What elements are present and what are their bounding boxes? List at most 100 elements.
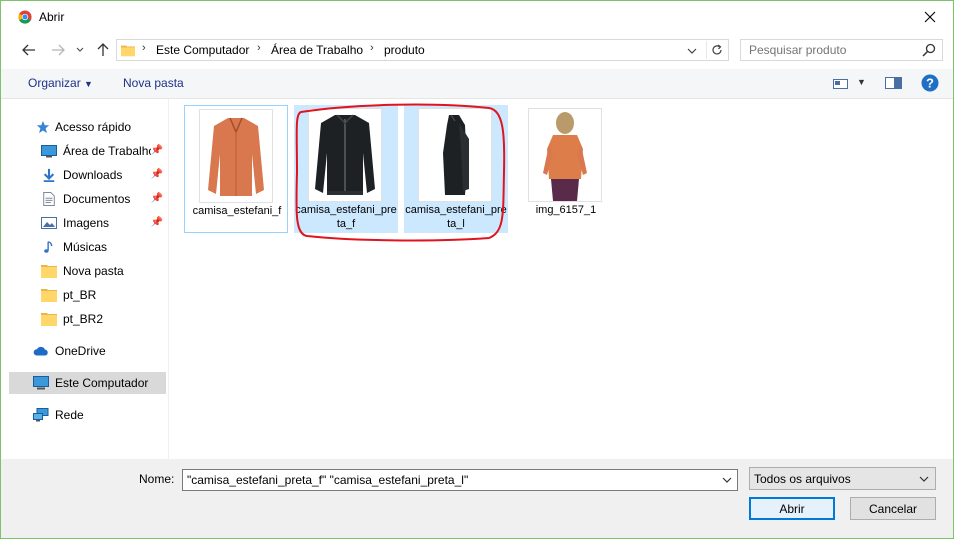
image-thumbnail xyxy=(200,110,272,202)
file-type-select[interactable]: Todos os arquivos xyxy=(749,467,936,490)
file-name: img_6157_1 xyxy=(535,204,597,216)
sidebar-item-label: pt_BR2 xyxy=(63,312,104,326)
desktop-icon xyxy=(41,145,57,158)
address-bar[interactable]: › Este Computador › Área de Trabalho › p… xyxy=(116,39,729,61)
image-thumbnail xyxy=(529,109,601,201)
help-button[interactable]: ? xyxy=(921,74,939,92)
folder-icon xyxy=(41,265,57,278)
caret-down-icon: ▼ xyxy=(857,77,866,87)
new-folder-button[interactable]: Nova pasta xyxy=(123,76,184,90)
sidebar-item-pt-br[interactable]: pt_BR xyxy=(9,284,166,306)
model-photo-icon xyxy=(543,112,587,201)
sidebar-item-label: Este Computador xyxy=(55,376,149,390)
view-icon xyxy=(833,79,848,89)
computer-icon xyxy=(33,376,49,390)
pin-icon: 📌 xyxy=(150,217,163,228)
forward-button[interactable] xyxy=(48,41,68,59)
sidebar-item-label: Músicas xyxy=(63,240,108,254)
open-button[interactable]: Abrir xyxy=(749,497,835,520)
sidebar-item-label: Rede xyxy=(55,408,84,422)
search-input[interactable] xyxy=(741,40,924,60)
help-icon: ? xyxy=(921,74,939,92)
navigation-pane[interactable]: Acesso rápido Área de Trabalho 📌 Downloa… xyxy=(1,99,169,459)
chevron-down-icon xyxy=(919,476,929,482)
breadcrumb-separator-icon: › xyxy=(257,42,261,54)
breadcrumb-separator-icon: › xyxy=(142,42,146,54)
network-icon xyxy=(33,408,49,422)
file-list[interactable]: camisa_estefani_f camisa_estefani_preta_… xyxy=(169,99,953,459)
sidebar-item-label: pt_BR xyxy=(63,288,97,302)
arrow-right-icon xyxy=(52,44,65,56)
close-button[interactable] xyxy=(907,1,953,33)
recent-locations-button[interactable] xyxy=(73,41,87,59)
svg-text:?: ? xyxy=(926,76,934,91)
download-icon xyxy=(43,168,55,182)
folder-icon xyxy=(41,289,57,302)
file-name-value: "camisa_estefani_preta_f" "camisa_estefa… xyxy=(187,473,469,487)
orange-shirt-front-icon xyxy=(208,117,264,196)
sidebar-item-this-pc[interactable]: Este Computador xyxy=(9,372,166,394)
sidebar-item-music[interactable]: Músicas xyxy=(9,236,166,258)
search-box[interactable] xyxy=(740,39,943,61)
sidebar-item-quick-access[interactable]: Acesso rápido xyxy=(9,116,166,138)
sidebar-item-pictures[interactable]: Imagens 📌 xyxy=(9,212,166,234)
sidebar-item-label: Área de Trabalho xyxy=(63,144,151,158)
command-bar: Organizar ▼ Nova pasta ▼ ? xyxy=(1,69,953,99)
sidebar-item-label: Documentos xyxy=(63,192,131,206)
music-icon xyxy=(44,241,53,253)
cancel-button[interactable]: Cancelar xyxy=(850,497,936,520)
arrow-up-icon xyxy=(97,43,109,56)
sidebar-item-downloads[interactable]: Downloads 📌 xyxy=(9,164,166,186)
pin-icon: 📌 xyxy=(150,193,163,204)
breadcrumb-computer[interactable]: Este Computador xyxy=(156,43,249,57)
breadcrumb-desktop[interactable]: Área de Trabalho xyxy=(271,43,363,57)
back-button[interactable] xyxy=(19,41,39,59)
refresh-button[interactable] xyxy=(706,41,727,59)
star-icon xyxy=(36,120,50,134)
change-view-button[interactable]: ▼ xyxy=(833,76,869,92)
document-icon xyxy=(43,192,55,206)
folder-icon xyxy=(121,45,135,57)
sidebar-item-label: Nova pasta xyxy=(63,264,124,278)
title-bar: Abrir xyxy=(1,1,953,33)
sidebar-item-desktop[interactable]: Área de Trabalho 📌 xyxy=(9,140,166,162)
organize-label: Organizar xyxy=(28,76,81,90)
open-file-dialog: Abrir › Este Computador › Área de Trabal… xyxy=(0,0,954,539)
sidebar-item-nova-pasta[interactable]: Nova pasta xyxy=(9,260,166,282)
sidebar-item-label: OneDrive xyxy=(55,344,106,358)
up-button[interactable] xyxy=(93,41,113,59)
close-icon xyxy=(924,11,936,23)
navigation-bar: › Este Computador › Área de Trabalho › p… xyxy=(1,33,953,69)
pin-icon: 📌 xyxy=(150,169,163,180)
file-type-value: Todos os arquivos xyxy=(754,472,851,486)
chrome-icon xyxy=(18,10,32,24)
sidebar-item-documents[interactable]: Documentos 📌 xyxy=(9,188,166,210)
preview-pane-button[interactable] xyxy=(885,76,903,92)
sidebar-item-network[interactable]: Rede xyxy=(9,404,166,426)
file-name: camisa_estefani_f xyxy=(192,205,282,217)
file-name-field[interactable]: "camisa_estefani_preta_f" "camisa_estefa… xyxy=(182,469,738,491)
window-title: Abrir xyxy=(39,10,65,24)
chevron-down-icon xyxy=(76,47,84,52)
sidebar-item-label: Imagens xyxy=(63,216,110,230)
sidebar-item-label: Acesso rápido xyxy=(55,120,132,134)
sidebar-item-onedrive[interactable]: OneDrive xyxy=(9,340,166,362)
preview-pane-icon xyxy=(885,77,902,89)
address-history-button[interactable] xyxy=(684,43,700,59)
dialog-footer: Nome: "camisa_estefani_preta_f" "camisa_… xyxy=(1,459,953,538)
pictures-icon xyxy=(41,217,57,229)
file-item[interactable]: img_6157_1 xyxy=(514,105,618,233)
pin-icon: 📌 xyxy=(150,145,163,156)
refresh-icon xyxy=(712,44,722,55)
chevron-down-icon xyxy=(687,48,697,54)
sidebar-item-label: Downloads xyxy=(63,168,123,182)
cloud-icon xyxy=(33,346,48,356)
breadcrumb-produto[interactable]: produto xyxy=(384,43,425,57)
folder-icon xyxy=(41,313,57,326)
organize-button[interactable]: Organizar ▼ xyxy=(28,76,93,90)
search-icon xyxy=(922,43,936,57)
file-item[interactable]: camisa_estefani_f xyxy=(184,105,288,233)
red-highlight-annotation xyxy=(295,103,506,242)
chevron-down-icon[interactable] xyxy=(721,474,733,486)
sidebar-item-pt-br2[interactable]: pt_BR2 xyxy=(9,308,166,330)
